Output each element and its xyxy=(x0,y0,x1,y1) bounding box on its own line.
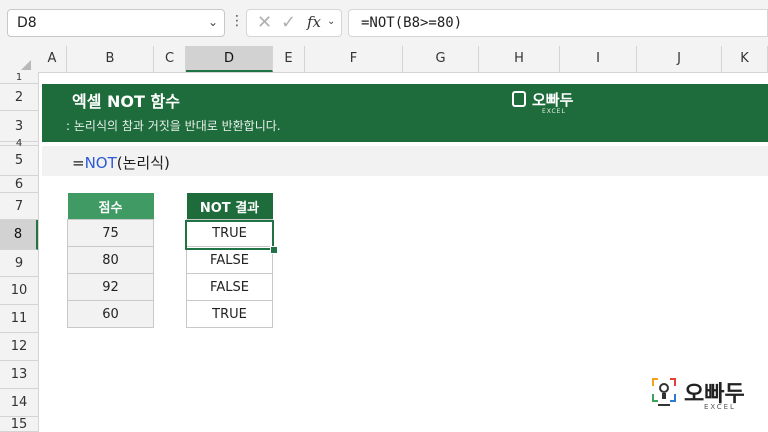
logo-subtext: EXCEL xyxy=(542,108,566,115)
column-header-h[interactable]: H xyxy=(479,46,560,72)
score-cell[interactable]: 80 xyxy=(67,246,154,274)
column-header-d[interactable]: D xyxy=(186,46,273,72)
formula-bar: D8 ⌄ ⋮ ✕ ✓ fx ⌄ =NOT(B8>=80) xyxy=(0,0,768,46)
column-header-c[interactable]: C xyxy=(154,46,186,72)
formula-actions: ✕ ✓ fx ⌄ xyxy=(246,9,342,37)
column-header-e[interactable]: E xyxy=(273,46,305,72)
row-header-12[interactable]: 12 xyxy=(0,333,38,361)
chevron-down-icon[interactable]: ⌄ xyxy=(208,15,218,29)
not-result-cell[interactable]: FALSE xyxy=(186,273,273,301)
row-header-13[interactable]: 13 xyxy=(0,361,38,389)
syntax-band: =NOT(논리식) xyxy=(42,146,768,176)
select-all-corner[interactable] xyxy=(0,46,38,72)
syntax-formula[interactable]: =NOT(논리식) xyxy=(72,152,170,173)
row-header-11[interactable]: 11 xyxy=(0,305,38,333)
chevron-down-icon[interactable]: ⌄ xyxy=(327,16,335,27)
score-cell[interactable]: 92 xyxy=(67,273,154,301)
fill-handle[interactable] xyxy=(270,246,278,254)
syntax-prefix: = xyxy=(72,154,85,172)
formula-input[interactable]: =NOT(B8>=80) xyxy=(348,9,768,37)
banner-subtitle: : 논리식의 참과 거짓을 반대로 반환합니다. xyxy=(66,119,281,133)
score-cell[interactable]: 75 xyxy=(67,219,154,247)
not-result-cell[interactable]: TRUE xyxy=(186,300,273,328)
column-header-i[interactable]: I xyxy=(560,46,637,72)
column-header-k[interactable]: K xyxy=(722,46,768,72)
column-header-a[interactable]: A xyxy=(38,46,67,72)
not-result-header[interactable]: NOT 결과 xyxy=(186,193,273,220)
row-header-9[interactable]: 9 xyxy=(0,250,38,277)
score-table: 점수 75 80 92 60 xyxy=(67,193,154,328)
name-box-value[interactable]: D8 xyxy=(17,15,37,31)
row-header-7[interactable]: 7 xyxy=(0,193,38,220)
more-options-icon[interactable]: ⋮ xyxy=(230,13,244,29)
row-header-8[interactable]: 8 xyxy=(0,220,38,250)
cancel-icon[interactable]: ✕ xyxy=(257,12,272,33)
row-header-2[interactable]: 2 xyxy=(0,84,38,111)
logo-mark-icon xyxy=(652,378,676,406)
name-box[interactable]: D8 ⌄ xyxy=(7,9,225,37)
score-header[interactable]: 점수 xyxy=(67,193,154,220)
banner-title: 엑셀 NOT 함수 xyxy=(72,92,180,111)
row-header-10[interactable]: 10 xyxy=(0,277,38,305)
syntax-function: NOT xyxy=(84,154,117,172)
column-header-f[interactable]: F xyxy=(305,46,403,72)
active-cell-outline[interactable] xyxy=(185,220,274,250)
insert-function-icon[interactable]: fx xyxy=(307,13,321,31)
title-banner: 엑셀 NOT 함수 : 논리식의 참과 거짓을 반대로 반환합니다. 오빠두 E… xyxy=(42,84,768,142)
column-header-j[interactable]: J xyxy=(637,46,722,72)
formula-text[interactable]: =NOT(B8>=80) xyxy=(361,15,462,31)
row-header-15[interactable]: 15 xyxy=(0,417,38,432)
logo-mark-icon xyxy=(512,91,526,107)
syntax-args: (논리식) xyxy=(116,154,170,172)
confirm-icon[interactable]: ✓ xyxy=(281,12,296,33)
column-header-b[interactable]: B xyxy=(67,46,154,72)
logo-text: 오빠두 xyxy=(532,91,574,109)
watermark-logo: 오빠두 EXCEL xyxy=(650,374,750,414)
row-header-1[interactable]: 1 xyxy=(0,72,38,84)
watermark-subtext: EXCEL xyxy=(704,403,736,411)
not-result-table: NOT 결과 TRUE FALSE FALSE TRUE xyxy=(186,193,273,328)
row-header-14[interactable]: 14 xyxy=(0,389,38,417)
score-cell[interactable]: 60 xyxy=(67,300,154,328)
brand-logo: 오빠두 EXCEL xyxy=(512,87,582,117)
row-header-5[interactable]: 5 xyxy=(0,146,38,176)
not-result-cell[interactable]: FALSE xyxy=(186,246,273,274)
select-all-icon[interactable] xyxy=(21,60,31,70)
column-header-g[interactable]: G xyxy=(403,46,479,72)
row-header-6[interactable]: 6 xyxy=(0,176,38,193)
